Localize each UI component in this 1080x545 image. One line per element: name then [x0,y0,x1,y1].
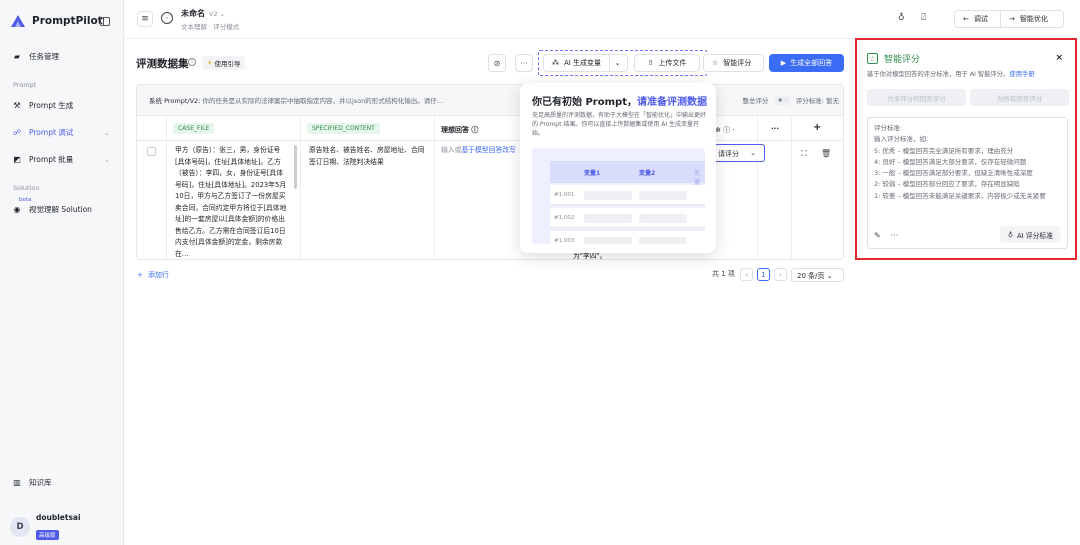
logo-text: PromptPilot [32,15,103,27]
popover-link[interactable]: 请准备评测数据 [637,97,707,108]
sidebar: PromptPilot ▰ 任务管理 Prompt ⚒ Prompt 生成 ☍ … [0,0,124,545]
avatar: D [10,517,30,537]
user-name: doubletsai [36,513,81,522]
case-file-cell[interactable]: 甲方（原告）：张三，男，身份证号[具体号码]，住址[具体地址]。乙方（被告）：李… [175,145,287,259]
column-header-ideal-answer[interactable]: 理想回答 ⓘ [441,125,478,135]
expand-icon[interactable]: ⛶ [801,149,807,159]
magic-icon: ⚒ [13,100,21,110]
sidebar-item-tasks[interactable]: ▰ 任务管理 [12,49,59,63]
page-title: 评测数据集 [136,58,189,70]
debug-button[interactable]: ← 调试 [954,10,1000,28]
topbar: ≡ ◦ 未命名 V2 ⌄ 文本理解 · 评分模式 ♁ ⍁ ← 调试 → 智能优化 [124,0,1080,39]
user-profile[interactable]: D doubletsai 高级版 [10,513,81,541]
arrow-left-icon: ← [963,15,969,23]
optimize-button[interactable]: → 智能优化 [1000,10,1064,28]
briefcase-icon: ▰ [13,51,21,61]
sidebar-item-vision-solution[interactable]: ◉ 视觉理解 Solution [12,202,92,216]
panel-header: ☆ 智能评分 [867,52,920,65]
upload-button[interactable]: ⇧ 上传文件 [634,54,700,72]
star-icon: ☆ [867,53,878,64]
book-icon: ▥ [13,477,21,487]
star-icon: ☆ [712,59,719,67]
score-select[interactable]: 请评分 ⌄ [712,144,765,162]
criteria-textarea[interactable]: 评分标准: 输入评分标准，如: 5: 优秀 – 模型回答完全满足所有要求，理由充… [867,117,1068,249]
logo[interactable]: PromptPilot [10,14,103,28]
dataset-table: 系统 Prompt/V2: 你的任务是从实际的法律案宗中抽取指定内容，并以jso… [136,84,844,260]
doc-title[interactable]: 未命名 V2 ⌄ [181,8,225,19]
section-label-prompt: Prompt [13,81,37,89]
score-unscored-button[interactable]: 为未评分的回答评分 [867,89,966,106]
arrow-right-icon: → [1009,15,1015,23]
bulb-icon: ♁ [1008,230,1013,239]
score-summary: 整总评分 ★ · 评分标准: 暂无 [742,95,839,105]
trash-icon[interactable]: 🗑 [821,149,831,158]
add-row-button[interactable]: + 添加行 [137,270,169,280]
info-icon[interactable]: i [188,58,196,66]
chevron-down-icon[interactable]: ⌄ [104,156,110,164]
logo-icon [11,15,25,27]
sparkle-icon: ⁂ [551,59,559,67]
eye-icon: ◉ [13,204,21,214]
column-header-specified-content[interactable]: SPECIFIED_CONTENT [307,123,380,134]
ideal-answer-cell[interactable]: 输入或基于模型回答改写 [441,145,516,157]
plan-badge: 高级版 [36,530,59,540]
row-checkbox[interactable] [147,147,156,156]
menu-icon[interactable]: ≡ [137,11,153,27]
more-icon[interactable]: ··· [891,231,899,240]
pager-total: 共 1 项 [712,270,735,278]
bulb-icon: ✦ [207,59,213,67]
add-column-icon[interactable]: + [813,122,821,133]
prev-page-icon[interactable]: ‹ [740,268,753,281]
edit-icon[interactable]: ✎ [874,231,881,240]
popover-illustration: 变量1 变量2 变量 #1,001 #1,002 #1,003 [532,148,705,244]
chart-icon[interactable]: ⍁ [921,13,926,23]
sidebar-collapse-icon[interactable] [100,17,110,26]
sidebar-item-prompt-batch[interactable]: ◩ Prompt 批量 [12,152,73,166]
system-prompt-bar[interactable]: 系统 Prompt/V2: 你的任务是从实际的法律案宗中抽取指定内容，并以jso… [137,85,843,115]
play-icon: ▶ [780,59,787,67]
column-score-icons[interactable]: ⊕ ⓘ · [715,125,735,135]
layers-icon: ◩ [13,154,21,164]
section-label-solution: Solution [13,184,40,192]
specified-content-cell[interactable]: 原告姓名、被告姓名、房屋地址、合同签订日期、法院判决结果 [309,145,427,168]
doc-subtitle: 文本理解 · 评分模式 [181,23,240,31]
chevron-down-icon: ⌄ [750,149,756,157]
lightbulb-icon[interactable]: ♁ [898,13,905,23]
chevron-down-icon[interactable]: ⌄ [104,129,110,137]
popover-title: 你已有初始 Prompt，请准备评测数据 [532,97,707,108]
more-icon[interactable]: ··· [771,125,779,133]
upload-icon: ⇧ [647,59,654,67]
plus-icon: + [137,271,143,279]
page-button[interactable]: 1 [757,268,770,281]
cell-scrollbar[interactable] [294,145,297,189]
score-all-button[interactable]: 为所有回答评分 [970,89,1069,106]
smart-score-panel: ☆ 智能评分 × 基于你对模型回答的评分标准，用于 AI 智能评分。使用手册 为… [855,38,1077,260]
version-select[interactable]: V2 ⌄ [209,10,225,18]
generate-all-button[interactable]: ▶ 生成全部回答 [769,54,844,72]
ai-generate-group: ⁂ AI 生成变量 ⌄ ⇧ 上传文件 [538,50,707,76]
ai-generate-button[interactable]: ⁂ AI 生成变量 [543,54,610,72]
smart-score-button[interactable]: ☆ 智能评分 [703,54,764,72]
manual-link[interactable]: 使用手册 [1009,71,1034,78]
ai-standard-button[interactable]: ♁ AI 评分标准 [1000,226,1061,243]
debug-icon: ☍ [12,127,22,137]
dataset-popover: 你已有初始 Prompt，请准备评测数据 充足高质量的评测数据，有助于大模型在「… [520,83,716,253]
more-icon[interactable]: ··· [515,54,533,72]
close-icon[interactable]: × [1055,53,1063,63]
ai-generate-dropdown[interactable]: ⌄ [608,54,628,72]
hide-icon[interactable]: ⊘ [488,54,506,72]
sidebar-item-prompt-debug[interactable]: ☍ Prompt 调试 [12,125,73,139]
sidebar-item-knowledge[interactable]: ▥ 知识库 [12,475,51,489]
page-size-select[interactable]: 20 条/页 ⌄ [791,268,844,282]
panel-desc: 基于你对模型回答的评分标准，用于 AI 智能评分。使用手册 [867,71,1035,78]
table-header: CASE_FILE SPECIFIED_CONTENT 理想回答 ⓘ ⊕ ⓘ ·… [137,115,843,141]
popover-desc: 充足高质量的评测数据，有助于大模型在「智能优化」中输出更好的 Prompt 结果… [532,112,707,137]
guide-button[interactable]: ✦ 使用引导 [202,56,246,70]
next-page-icon[interactable]: › [774,268,787,281]
info-circle-icon[interactable]: ◦ [161,12,173,24]
criteria-text: 评分标准: 输入评分标准，如: 5: 优秀 – 模型回答完全满足所有要求，理由充… [874,124,1046,200]
star-rating-icon[interactable]: ★ · [774,95,790,105]
sidebar-item-prompt-generate[interactable]: ⚒ Prompt 生成 [12,98,73,112]
column-header-case-file[interactable]: CASE_FILE [173,123,215,134]
